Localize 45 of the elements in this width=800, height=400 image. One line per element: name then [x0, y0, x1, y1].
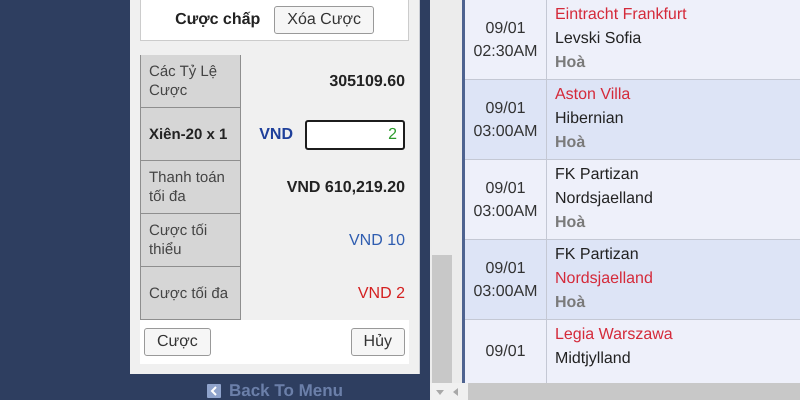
- match-time: 03:00AM: [473, 282, 538, 302]
- stake-input[interactable]: 2: [305, 120, 405, 150]
- field-value: VND 610,219.20: [286, 178, 405, 196]
- away-team[interactable]: Midtjylland: [555, 347, 792, 371]
- away-team[interactable]: Nordsjaelland: [555, 187, 792, 211]
- match-date: 09/01: [485, 342, 526, 362]
- field-label: Các Tỷ Lệ Cược: [140, 55, 241, 108]
- field-value: 305109.60: [329, 72, 405, 90]
- scroll-left-icon[interactable]: [452, 388, 460, 396]
- scroll-down-icon[interactable]: [436, 388, 444, 396]
- draw-option[interactable]: Hoà: [555, 51, 792, 75]
- match-date: 09/01: [485, 178, 526, 198]
- field-label: Cược tối thiểu: [140, 214, 241, 267]
- home-team[interactable]: FK Partizan: [555, 243, 792, 267]
- away-team[interactable]: Levski Sofia: [555, 27, 792, 51]
- field-value: VND 2: [358, 284, 405, 302]
- home-team[interactable]: Aston Villa: [555, 83, 792, 107]
- away-team[interactable]: Hibernian: [555, 107, 792, 131]
- home-team[interactable]: FK Partizan: [555, 163, 792, 187]
- draw-option[interactable]: Hoà: [555, 211, 792, 235]
- scrollbar-thumb[interactable]: [468, 383, 800, 400]
- scrollbar[interactable]: [430, 0, 462, 383]
- home-team[interactable]: Legia Warszawa: [555, 323, 792, 347]
- match-time: 02:30AM: [473, 42, 538, 62]
- match-time: 03:00AM: [473, 122, 538, 142]
- match-date: 09/01: [485, 18, 526, 38]
- cancel-button[interactable]: Hủy: [350, 328, 405, 356]
- field-label: Cược tối đa: [140, 267, 241, 320]
- match-date: 09/01: [485, 98, 526, 118]
- away-team[interactable]: Nordsjaelland: [555, 267, 792, 291]
- match-date: 09/01: [485, 258, 526, 278]
- field-value: VND 10: [348, 232, 405, 250]
- match-time: 03:00AM: [473, 202, 538, 222]
- scrollbar-thumb[interactable]: [432, 255, 452, 383]
- clear-bets-button[interactable]: Xóa Cược: [274, 6, 374, 34]
- bet-type-title: Cược chấp: [175, 11, 260, 29]
- home-team[interactable]: Eintracht Frankfurt: [555, 3, 792, 27]
- draw-option[interactable]: Hoà: [555, 291, 792, 315]
- field-label: Thanh toán tối đa: [140, 161, 241, 214]
- place-bet-button[interactable]: Cược: [144, 328, 211, 356]
- back-icon[interactable]: [207, 384, 221, 398]
- field-label: Xiên-20 x 1: [140, 108, 241, 161]
- back-to-menu-link[interactable]: Back To Menu: [229, 381, 343, 400]
- currency-label: VND: [259, 126, 293, 144]
- draw-option[interactable]: Hoà: [555, 131, 792, 155]
